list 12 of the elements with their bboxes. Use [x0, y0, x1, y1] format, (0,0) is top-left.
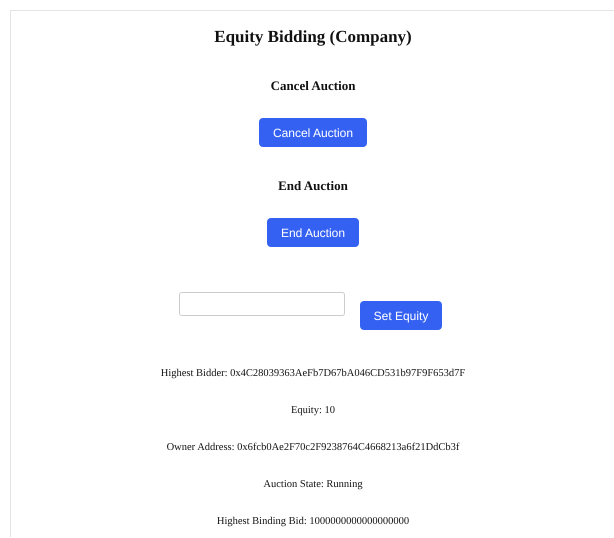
detail-text: Auction State: Running — [263, 479, 363, 490]
null[interactable]: End Auction — [266, 218, 360, 247]
detail-text: Highest Binding Bid: 1000000000000000000 — [216, 516, 410, 527]
section-heading: Cancel Auction — [270, 78, 356, 94]
section-heading: End Auction — [278, 178, 348, 194]
equity-input[interactable] — [178, 292, 345, 316]
page-title: Equity Bidding (Company) — [214, 27, 412, 47]
detail-text: Highest Bidder: 0x4C28039363AeFb7D67bA046CD531b97F9F653d7F — [160, 368, 466, 379]
null[interactable]: Cancel Auction — [258, 118, 368, 147]
null[interactable]: Set Equity — [360, 301, 442, 330]
detail-text: Owner Address: 0x6fcb0Ae2F70c2F9238764C4668213a6f21DdCb3f — [166, 442, 460, 453]
detail-text: Equity: 10 — [290, 405, 336, 416]
